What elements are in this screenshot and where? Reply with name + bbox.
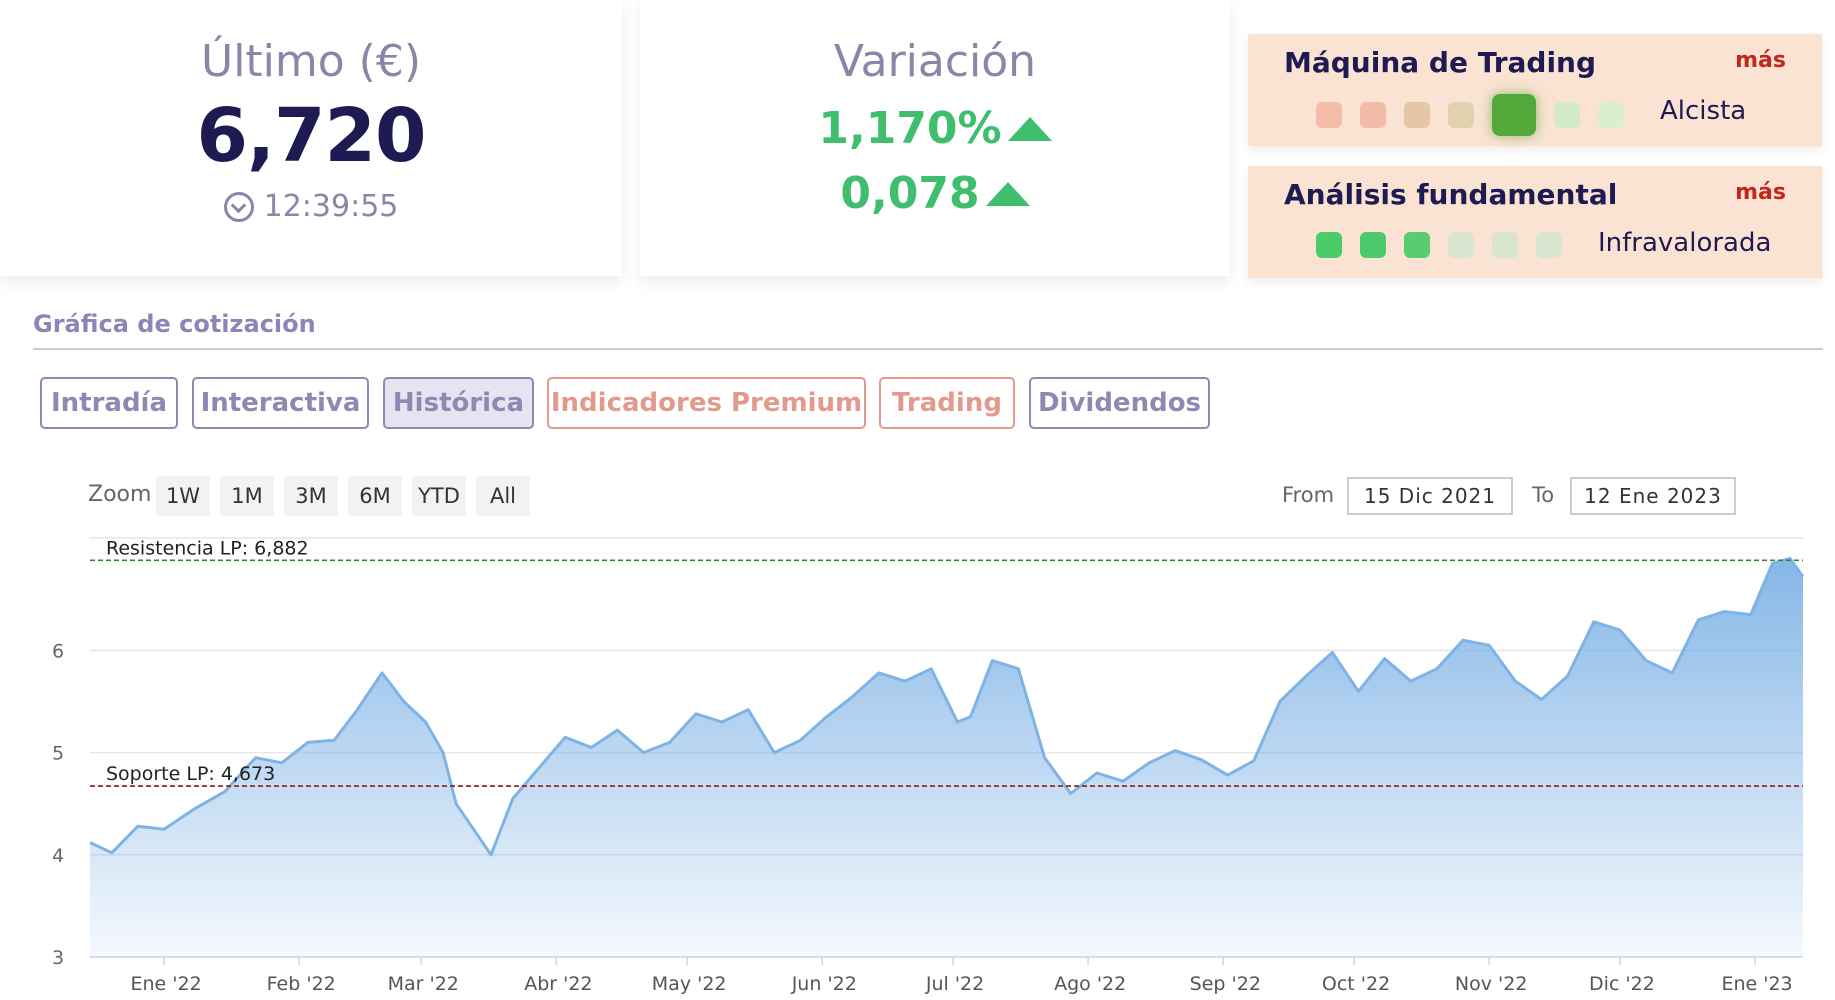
y-tick-label: 3: [52, 947, 64, 969]
resistance-label: Resistencia LP: 6,882: [106, 537, 309, 559]
x-tick-label: Nov '22: [1455, 973, 1528, 995]
y-tick-label: 4: [52, 845, 64, 867]
x-tick-label: Mar '22: [388, 973, 459, 995]
valuation-level-6: [1536, 232, 1562, 258]
x-tick-label: Jun '22: [791, 973, 857, 995]
x-tick-label: Ene '22: [131, 973, 202, 995]
trading-signal-level-3: [1404, 102, 1430, 128]
zoom-6m-button[interactable]: 6M: [348, 476, 402, 516]
x-tick-label: Feb '22: [267, 973, 336, 995]
trading-signal-level-6: [1554, 102, 1580, 128]
support-label: Soporte LP: 4,673: [106, 763, 275, 785]
x-tick-label: May '22: [652, 973, 727, 995]
fundamental-status: Infravalorada: [1598, 228, 1772, 258]
x-tick-label: Dic '22: [1589, 973, 1655, 995]
last-price-title: Último (€): [201, 36, 421, 87]
price-area: [90, 558, 1803, 957]
tab-historica[interactable]: Histórica: [383, 377, 534, 429]
trading-signal-level-4: [1448, 102, 1474, 128]
valuation-level-2: [1360, 232, 1386, 258]
zoom-ytd-button[interactable]: YTD: [412, 476, 466, 516]
variation-percent-value: 1,170%: [818, 103, 1002, 154]
trading-signal-level-7: [1598, 102, 1624, 128]
variation-card: Variación 1,170% 0,078: [640, 0, 1230, 276]
section-divider: [33, 348, 1823, 350]
zoom-3m-button[interactable]: 3M: [284, 476, 338, 516]
y-tick-label: 6: [52, 640, 64, 662]
variation-title: Variación: [833, 36, 1037, 87]
fundamental-panel: Análisis fundamental más Infravalorada: [1248, 166, 1822, 278]
trading-signal-level-2: [1360, 102, 1386, 128]
y-tick-label: 5: [52, 743, 64, 765]
section-title: Gráfica de cotización: [33, 310, 316, 338]
range-to-input[interactable]: 12 Ene 2023: [1570, 477, 1736, 515]
arrow-up-icon: [1007, 116, 1052, 141]
range-from-input[interactable]: 15 Dic 2021: [1347, 477, 1513, 515]
valuation-level-1: [1316, 232, 1342, 258]
time-value: 12:39:55: [263, 189, 399, 224]
trading-machine-panel: Máquina de Trading más Alcista: [1248, 34, 1822, 146]
trading-signal-level-1: [1316, 102, 1342, 128]
trading-machine-more-link[interactable]: más: [1735, 48, 1786, 73]
clock-icon: [223, 191, 254, 222]
fundamental-title: Análisis fundamental: [1284, 178, 1618, 211]
trading-machine-title: Máquina de Trading: [1284, 46, 1597, 79]
zoom-1w-button[interactable]: 1W: [156, 476, 210, 516]
zoom-label: Zoom: [88, 482, 152, 507]
trading-signal-level-5: [1492, 94, 1536, 136]
x-tick-label: Ene '23: [1721, 973, 1792, 995]
trading-machine-status: Alcista: [1660, 96, 1747, 126]
tab-indicadores-premium[interactable]: Indicadores Premium: [547, 377, 866, 429]
x-tick-label: Ago '22: [1054, 973, 1126, 995]
zoom-all-button[interactable]: All: [476, 476, 530, 516]
x-tick-label: Oct '22: [1322, 973, 1390, 995]
tab-interactiva[interactable]: Interactiva: [192, 377, 369, 429]
range-to-label: To: [1532, 483, 1555, 507]
trading-signal-scale: [1316, 94, 1624, 136]
zoom-1m-button[interactable]: 1M: [220, 476, 274, 516]
last-price-card: Último (€) 6,720 12:39:55: [0, 0, 622, 276]
variation-percent: 1,170%: [640, 103, 1230, 154]
arrow-up-icon: [985, 181, 1030, 206]
last-update-time: 12:39:55: [0, 189, 622, 224]
range-from-label: From: [1282, 483, 1335, 507]
x-tick-label: Jul '22: [925, 973, 984, 995]
price-history-chart[interactable]: 3 4 5 6 Resistencia LP: 6,882 Soporte LP: 4,6…: [0, 530, 1835, 1000]
tab-intradia[interactable]: Intradía: [40, 377, 178, 429]
fundamental-valuation-scale: [1316, 232, 1562, 258]
x-tick-label: Sep '22: [1190, 973, 1261, 995]
valuation-level-4: [1448, 232, 1474, 258]
variation-absolute-value: 0,078: [840, 168, 980, 219]
tab-dividendos[interactable]: Dividendos: [1029, 377, 1210, 429]
variation-absolute: 0,078: [640, 168, 1230, 219]
last-price-value: 6,720: [196, 93, 426, 179]
valuation-level-3: [1404, 232, 1430, 258]
valuation-level-5: [1492, 232, 1518, 258]
x-tick-label: Abr '22: [524, 973, 592, 995]
tab-trading[interactable]: Trading: [879, 377, 1015, 429]
fundamental-more-link[interactable]: más: [1735, 180, 1786, 205]
